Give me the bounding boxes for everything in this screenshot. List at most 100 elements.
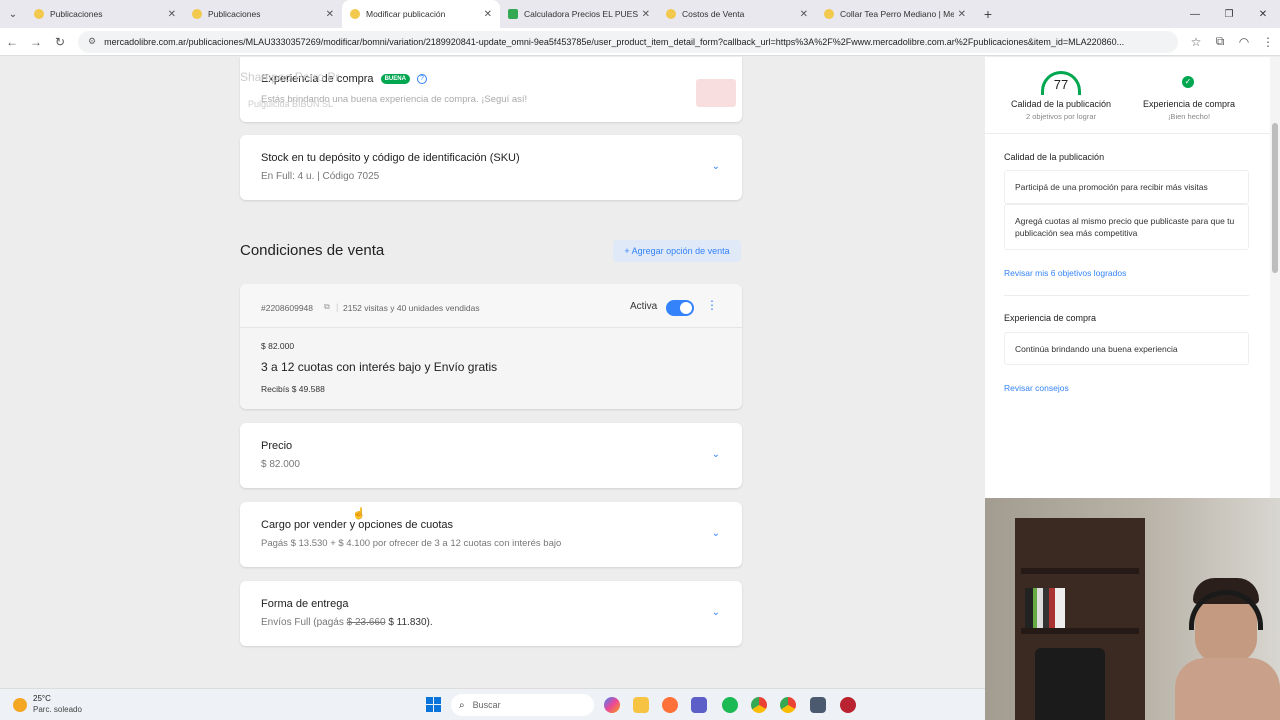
mouse-cursor-icon: ☝ — [352, 508, 366, 520]
copy-icon[interactable]: ⧉ — [324, 302, 330, 312]
overlay-text: Pulguicida BIBUN SL — [248, 99, 334, 109]
new-tab-button[interactable]: + — [974, 0, 1002, 28]
close-icon[interactable]: ✕ — [484, 9, 492, 20]
forward-icon[interactable]: → — [24, 30, 48, 54]
page-content: Experiencia de compra BUENA ? Estás brin… — [0, 57, 985, 687]
experience-sub: ¡Bien hecho! — [1167, 112, 1211, 121]
review-advice-link[interactable]: Revisar consejos — [1004, 383, 1069, 393]
delivery-prefix: Envíos Full (pagás — [261, 617, 347, 628]
quality-section-title: Calidad de la publicación — [1004, 152, 1105, 162]
copilot-icon[interactable] — [604, 697, 620, 713]
webcam-overlay — [985, 498, 1280, 720]
tab-title: Publicaciones — [50, 9, 103, 19]
profile-icon[interactable]: ◠ — [1232, 30, 1256, 54]
quality-score-gauge: 77 — [1041, 71, 1081, 95]
divider — [985, 133, 1270, 134]
sale-option-card: #2208609948 ⧉ | 2152 visitas y 40 unidad… — [240, 284, 742, 409]
status-badge: BUENA — [380, 74, 410, 85]
more-options-icon[interactable]: ⋮ — [706, 298, 718, 312]
scrollbar-thumb[interactable] — [1272, 123, 1278, 273]
chair — [1035, 648, 1105, 720]
address-bar: ← → ↻ ⚙ mercadolibre.com.ar/publicacione… — [0, 28, 1280, 56]
quality-score: 77 — [1053, 77, 1069, 92]
browser-tab[interactable]: Publicaciones ✕ — [184, 0, 342, 28]
product-thumbnail — [696, 79, 736, 107]
browser-tab[interactable]: Publicaciones ✕ — [26, 0, 184, 28]
app-icon[interactable] — [840, 697, 856, 713]
tab-strip: ⌄ Publicaciones ✕ Publicaciones ✕ Modifi… — [0, 0, 1280, 28]
tip-item[interactable]: Agregá cuotas al mismo precio que public… — [1004, 204, 1249, 250]
section-heading: Condiciones de venta — [240, 242, 385, 259]
close-icon[interactable]: ✕ — [958, 9, 966, 20]
file-explorer-icon[interactable] — [633, 697, 649, 713]
stock-title: Stock en tu depósito y código de identif… — [261, 152, 520, 164]
receive-amount: Recibís $ 49.588 — [261, 384, 325, 394]
person-body — [1175, 658, 1280, 720]
close-window-icon[interactable]: ✕ — [1246, 0, 1280, 28]
price-card[interactable]: Precio $ 82.000 ⌄ — [240, 423, 742, 488]
tab-search-icon[interactable]: ⌄ — [0, 0, 26, 28]
restore-icon[interactable]: ❐ — [1212, 0, 1246, 28]
menu-icon[interactable]: ⋮ — [1256, 30, 1280, 54]
url-field[interactable]: ⚙ mercadolibre.com.ar/publicaciones/MLAU… — [78, 30, 1178, 53]
stock-card[interactable]: Stock en tu depósito y código de identif… — [240, 135, 742, 200]
experience-label: Experiencia de compra — [1142, 99, 1236, 109]
bookmark-star-icon[interactable]: ☆ — [1184, 30, 1208, 54]
close-icon[interactable]: ✕ — [800, 9, 808, 20]
back-icon[interactable]: ← — [0, 30, 24, 54]
separator: | — [336, 302, 339, 312]
delivery-card[interactable]: Forma de entrega Envíos Full (pagás $ 23… — [240, 581, 742, 646]
teams-icon[interactable] — [691, 697, 707, 713]
add-sale-option-button[interactable]: + Agregar opción de venta — [613, 240, 741, 262]
tip-text: Continúa brindando una buena experiencia — [1015, 343, 1178, 354]
active-toggle[interactable] — [666, 300, 694, 316]
reload-icon[interactable]: ↻ — [48, 30, 72, 54]
spotify-icon[interactable] — [722, 697, 738, 713]
extensions-icon[interactable]: ⧉ — [1208, 30, 1232, 54]
shelf-board — [1021, 568, 1139, 574]
review-objectives-link[interactable]: Revisar mis 6 objetivos logrados — [1004, 268, 1126, 278]
windows-start-icon[interactable] — [426, 697, 441, 712]
close-icon[interactable]: ✕ — [642, 9, 650, 20]
window-controls: — ❐ ✕ — [1178, 0, 1280, 28]
chevron-down-icon[interactable]: ⌄ — [712, 161, 720, 172]
installments-headline: 3 a 12 cuotas con interés bajo y Envío g… — [261, 360, 498, 374]
tab-title: Costos de Venta — [682, 9, 745, 19]
tip-text: Participá de una promoción para recibir … — [1015, 182, 1208, 192]
price-value: $ 82.000 — [261, 459, 300, 470]
taskbar: 25°C Parc. soleado ⌕ Buscar — [0, 688, 985, 720]
browser-tab[interactable]: Collar Tea Perro Mediano | Mer ✕ — [816, 0, 974, 28]
books — [1025, 588, 1065, 628]
overlay-text: Shampoo Perro Pr... — [240, 70, 349, 84]
tab-title: Modificar publicación — [366, 9, 446, 19]
close-icon[interactable]: ✕ — [168, 9, 176, 20]
chevron-down-icon[interactable]: ⌄ — [712, 528, 720, 539]
chevron-down-icon[interactable]: ⌄ — [712, 607, 720, 618]
taskbar-search[interactable]: ⌕ Buscar — [451, 694, 594, 716]
quality-sub: 2 objetivos por lograr — [1025, 112, 1097, 121]
fee-subtitle: Pagás $ 13.530 + $ 4.100 por ofrecer de … — [261, 538, 562, 549]
minimize-icon[interactable]: — — [1178, 0, 1212, 28]
experience-tip-item[interactable]: Continúa brindando una buena experiencia — [1004, 332, 1249, 365]
chrome-profile-icon[interactable] — [780, 697, 796, 713]
info-icon[interactable]: ? — [416, 74, 427, 85]
tip-item[interactable]: Participá de una promoción para recibir … — [1004, 170, 1249, 204]
chevron-down-icon[interactable]: ⌄ — [712, 449, 720, 460]
delivery-title: Forma de entrega — [261, 598, 349, 610]
tab-title: Calculadora Precios EL PUESTO — [524, 9, 638, 19]
delivery-subtitle: Envíos Full (pagás $ 23.660 $ 11.830). — [261, 617, 433, 628]
app-icon[interactable] — [810, 697, 826, 713]
tab-title: Collar Tea Perro Mediano | Mer — [840, 9, 954, 19]
browser-tab-active[interactable]: Modificar publicación ✕ — [342, 0, 500, 28]
quality-label: Calidad de la publicación — [1010, 99, 1112, 109]
browser-tab[interactable]: Calculadora Precios EL PUESTO ✕ — [500, 0, 658, 28]
status-label: Activa — [630, 301, 658, 312]
browser-tab[interactable]: Costos de Venta ✕ — [658, 0, 816, 28]
weather-temp: 25°C — [33, 694, 51, 703]
fee-card[interactable]: Cargo por vender y opciones de cuotas Pa… — [240, 502, 742, 567]
tip-text: Agregá cuotas al mismo precio que public… — [1015, 216, 1235, 238]
chrome-icon[interactable] — [751, 697, 767, 713]
site-info-icon[interactable]: ⚙ — [88, 36, 96, 47]
firefox-icon[interactable] — [662, 697, 678, 713]
close-icon[interactable]: ✕ — [326, 9, 334, 20]
